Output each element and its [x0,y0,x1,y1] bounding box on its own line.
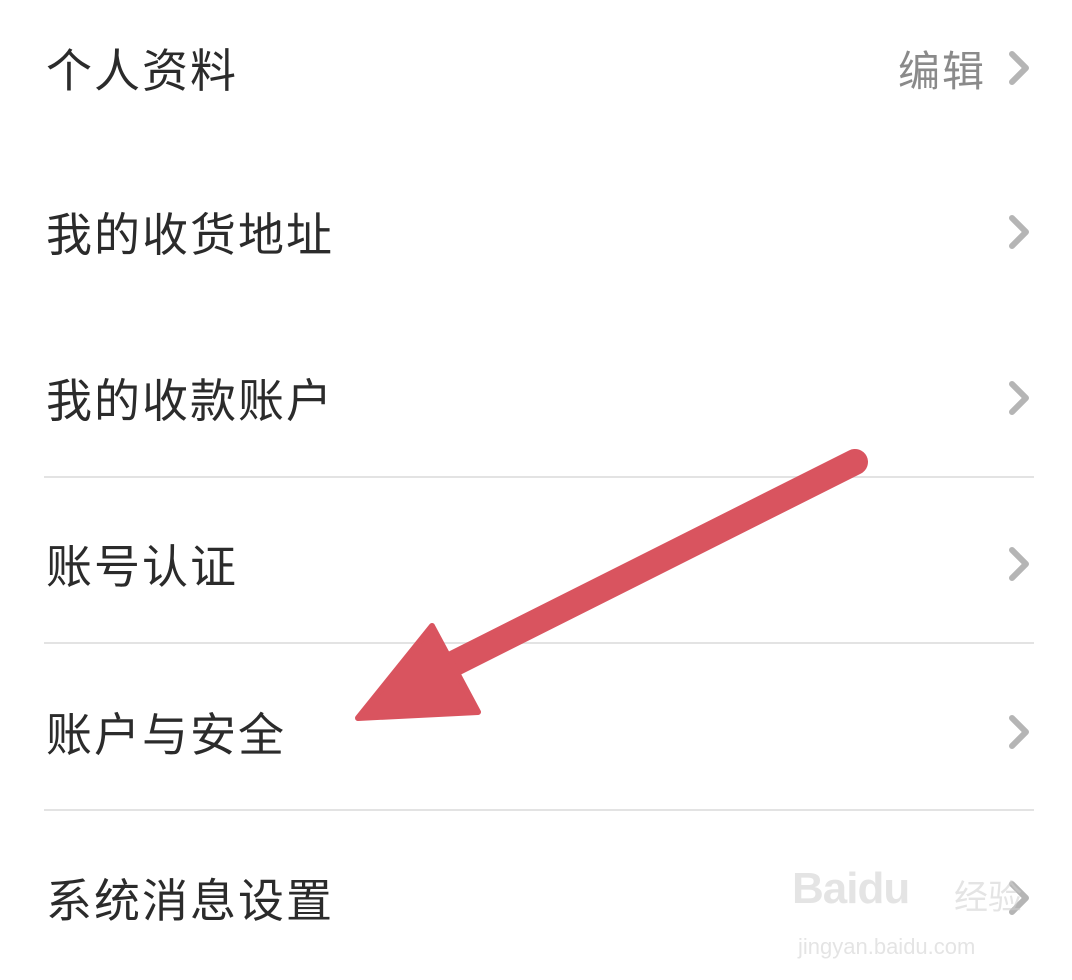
menu-item-payment-account[interactable]: 我的收款账户 [0,318,1072,478]
watermark-brand: Baidu [792,864,910,913]
menu-item-label: 个人资料 [46,44,238,98]
menu-item-account-verification[interactable]: 账号认证 [0,484,1072,644]
menu-item-label: 账户与安全 [46,708,286,762]
chevron-right-icon [1009,715,1029,749]
edit-link[interactable]: 编辑 [898,38,986,99]
menu-item-label: 我的收款账户 [46,374,334,428]
divider [44,476,1034,478]
baidu-jingyan-watermark: Baidu 经验 jingyan.baidu.com [792,860,1022,960]
chevron-right-icon [1009,51,1029,85]
menu-item-account-security[interactable]: 账户与安全 [0,652,1072,812]
divider [44,809,1034,811]
divider [44,642,1034,644]
menu-item-profile[interactable]: 个人资料 编辑 [0,0,1072,148]
menu-item-label: 我的收货地址 [46,208,334,262]
menu-item-label: 系统消息设置 [46,874,334,928]
chevron-right-icon [1009,215,1029,249]
menu-item-label: 账号认证 [46,540,238,594]
chevron-right-icon [1009,381,1029,415]
chevron-right-icon [1009,547,1029,581]
watermark-tag: 经验 [954,878,1022,918]
watermark-url: jingyan.baidu.com [798,934,976,959]
menu-item-shipping-address[interactable]: 我的收货地址 [0,152,1072,312]
